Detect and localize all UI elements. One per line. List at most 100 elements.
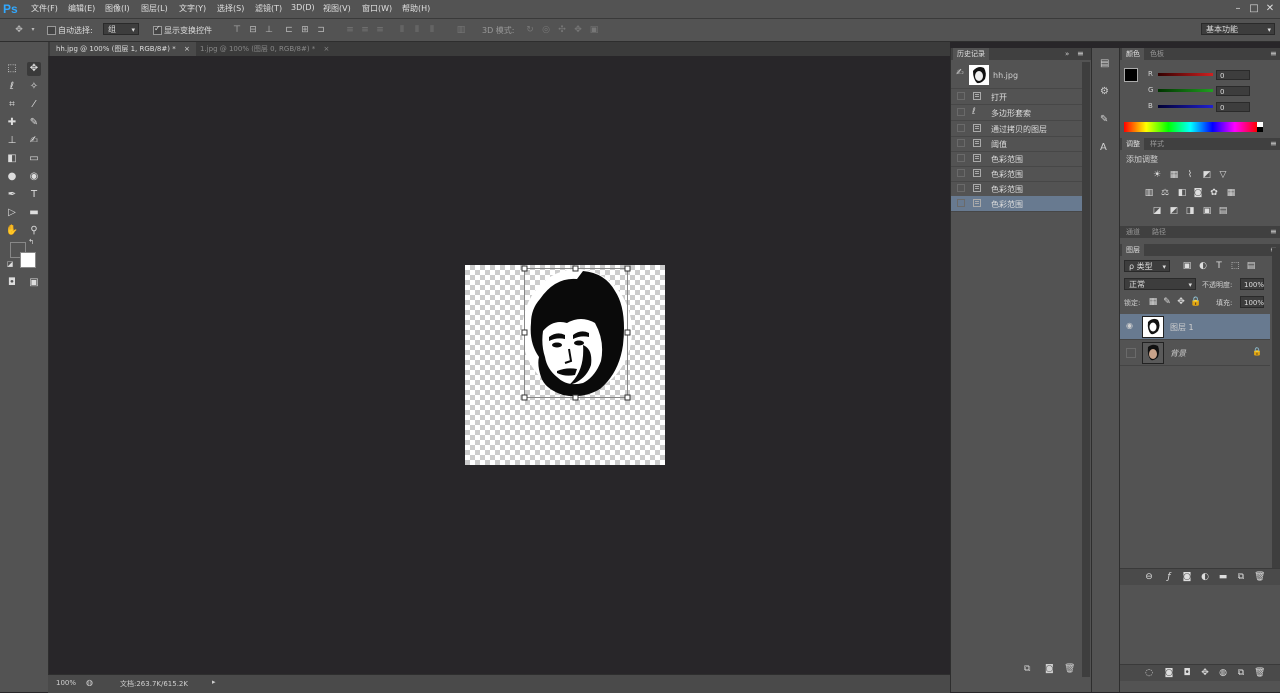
move-tool-icon[interactable]: ✥ [14,25,24,35]
channel-b-value[interactable]: 0 [1216,102,1250,112]
lock-position-icon[interactable]: ✥ [1176,297,1186,307]
eraser-tool-icon[interactable]: ◧ [5,152,19,166]
history-panel-icon[interactable]: ▤ [1100,58,1109,69]
panel-menu-icon[interactable]: ≡ [1270,49,1277,58]
panel-menu-icon[interactable]: ≡ [1077,49,1084,58]
filter-shape-icon[interactable]: ⬚ [1230,261,1240,271]
history-source-checkbox[interactable] [957,154,965,162]
blend-mode-dropdown[interactable]: 正常 ▾ [1124,278,1196,290]
vibrance-icon[interactable]: ▽ [1218,170,1228,180]
background-color-swatch[interactable] [20,252,36,268]
default-colors-icon[interactable]: ◪ [6,260,14,268]
healing-brush-tool-icon[interactable]: ✚ [5,116,19,130]
status-menu-arrow-icon[interactable]: ▸ [212,678,216,686]
move-tool-icon[interactable]: ✥ [27,62,41,76]
properties-panel-icon[interactable]: ⚙ [1100,86,1109,97]
zoom-level[interactable]: 100% [56,679,76,687]
new-adjustment-layer-icon[interactable]: ◐ [1200,572,1210,582]
history-source-checkbox[interactable] [957,108,965,116]
history-source-checkbox[interactable] [957,199,965,207]
brightness-contrast-icon[interactable]: ☀ [1152,170,1162,180]
lock-image-icon[interactable]: ✎ [1162,297,1172,307]
new-document-from-state-icon[interactable]: ⧉ [1024,664,1030,674]
layer-style-fx-icon[interactable]: ƒ [1164,572,1174,582]
auto-select-checkbox[interactable] [47,26,56,35]
tab-1-jpg[interactable]: 1.jpg @ 100% (图层 0, RGB/8#) * × [194,42,335,56]
shape-tool-icon[interactable]: ▬ [27,206,41,220]
opacity-input[interactable]: 100% [1240,278,1264,290]
3d-slide-icon[interactable]: ✥ [573,25,583,35]
filter-adjustment-icon[interactable]: ◐ [1198,261,1208,271]
quick-mask-icon[interactable]: ◘ [1182,668,1192,678]
new-layer-icon[interactable]: ⧉ [1236,572,1246,582]
link-layers-icon[interactable]: ⊖ [1144,572,1154,582]
delete-layer-icon[interactable]: 🗑 [1254,572,1265,582]
workspace-dropdown[interactable]: 基本功能 ▾ [1201,23,1275,35]
menu-3d[interactable]: 3D(D) [291,3,315,12]
color-balance-icon[interactable]: ⚖ [1160,188,1170,198]
tab-channels[interactable]: 通道 [1122,226,1144,238]
history-step[interactable]: ℓ 多边形套索 [951,105,1082,121]
history-step[interactable]: 色彩范围 [951,181,1082,197]
filter-type-icon[interactable]: T [1214,261,1224,271]
load-channel-selection-icon[interactable]: ◌ [1144,668,1154,678]
save-selection-icon[interactable]: ◙ [1164,668,1174,678]
pen-tool-icon[interactable]: ✒ [5,188,19,202]
foreground-color-swatch[interactable] [1124,68,1138,82]
close-icon[interactable]: × [324,45,330,53]
visibility-toggle[interactable] [1126,348,1136,358]
history-source-checkbox[interactable] [957,139,965,147]
menu-filter[interactable]: 滤镜(T) [255,3,282,14]
align-left-icon[interactable]: ⊏ [284,25,294,35]
panel-menu-icon[interactable]: ≡ [1270,227,1277,236]
lock-transparent-icon[interactable]: ▦ [1148,297,1158,307]
align-right-icon[interactable]: ⊐ [316,25,326,35]
blur-tool-icon[interactable]: ● [5,170,19,184]
tab-hh-jpg[interactable]: hh.jpg @ 100% (图层 1, RGB/8#) * × [50,42,196,56]
maximize-icon[interactable]: □ [1248,3,1260,15]
layer-row-selected[interactable]: ◉ 图层 1 [1120,314,1270,340]
gradient-map-icon[interactable]: ▣ [1202,206,1212,216]
close-icon[interactable]: × [184,45,190,53]
levels-icon[interactable]: ▦ [1169,170,1179,180]
color-lookup-icon[interactable]: ▦ [1226,188,1236,198]
distribute-vcenter-icon[interactable]: ≡ [360,25,370,35]
tab-adjustments[interactable]: 调整 [1122,138,1144,150]
channel-g-value[interactable]: 0 [1216,86,1250,96]
menu-file[interactable]: 文件(F) [31,3,58,14]
distribute-right-icon[interactable]: ⦀ [427,25,437,35]
gradient-tool-icon[interactable]: ▭ [27,152,41,166]
chevron-down-icon[interactable]: ▾ [28,25,38,35]
3d-roll-icon[interactable]: ◎ [541,25,551,35]
character-panel-icon[interactable]: A [1100,142,1107,153]
history-step[interactable]: 色彩范围 [951,166,1082,182]
history-brush-tool-icon[interactable]: ✍ [27,134,41,148]
distribute-left-icon[interactable]: ⦀ [397,25,407,35]
align-vcenter-icon[interactable]: ⊟ [248,25,258,35]
distribute-hcenter-icon[interactable]: ⦀ [412,25,422,35]
channel-g-slider[interactable] [1158,89,1213,92]
selective-color-icon[interactable]: ▤ [1218,206,1228,216]
dodge-tool-icon[interactable]: ◉ [27,170,41,184]
black-white-icon[interactable]: ◧ [1177,188,1187,198]
minimize-icon[interactable]: – [1232,3,1244,15]
tab-color[interactable]: 颜色 [1122,48,1144,60]
3d-rotate-icon[interactable]: ↻ [525,25,535,35]
history-step[interactable]: 打开 [951,89,1082,105]
channel-b-slider[interactable] [1158,105,1213,108]
history-scrollbar[interactable] [1082,62,1090,677]
menu-select[interactable]: 选择(S) [217,3,244,14]
new-group-icon[interactable]: ▬ [1218,572,1228,582]
menu-layer[interactable]: 图层(L) [141,3,168,14]
layer-filter-kind-dropdown[interactable]: ρ 类型 ▾ [1124,260,1170,272]
auto-select-dropdown[interactable]: 组 ▾ [103,23,139,35]
paths-icon[interactable]: ✥ [1200,668,1210,678]
posterize-icon[interactable]: ◩ [1169,206,1179,216]
tab-swatches[interactable]: 色板 [1146,48,1168,60]
black-swatch[interactable] [1257,127,1263,132]
add-mask-icon[interactable]: ◙ [1182,572,1192,582]
channel-r-slider[interactable] [1158,73,1213,76]
magic-wand-tool-icon[interactable]: ✧ [27,80,41,94]
show-transform-checkbox[interactable] [153,24,162,35]
filter-smart-object-icon[interactable]: ▤ [1246,261,1256,271]
